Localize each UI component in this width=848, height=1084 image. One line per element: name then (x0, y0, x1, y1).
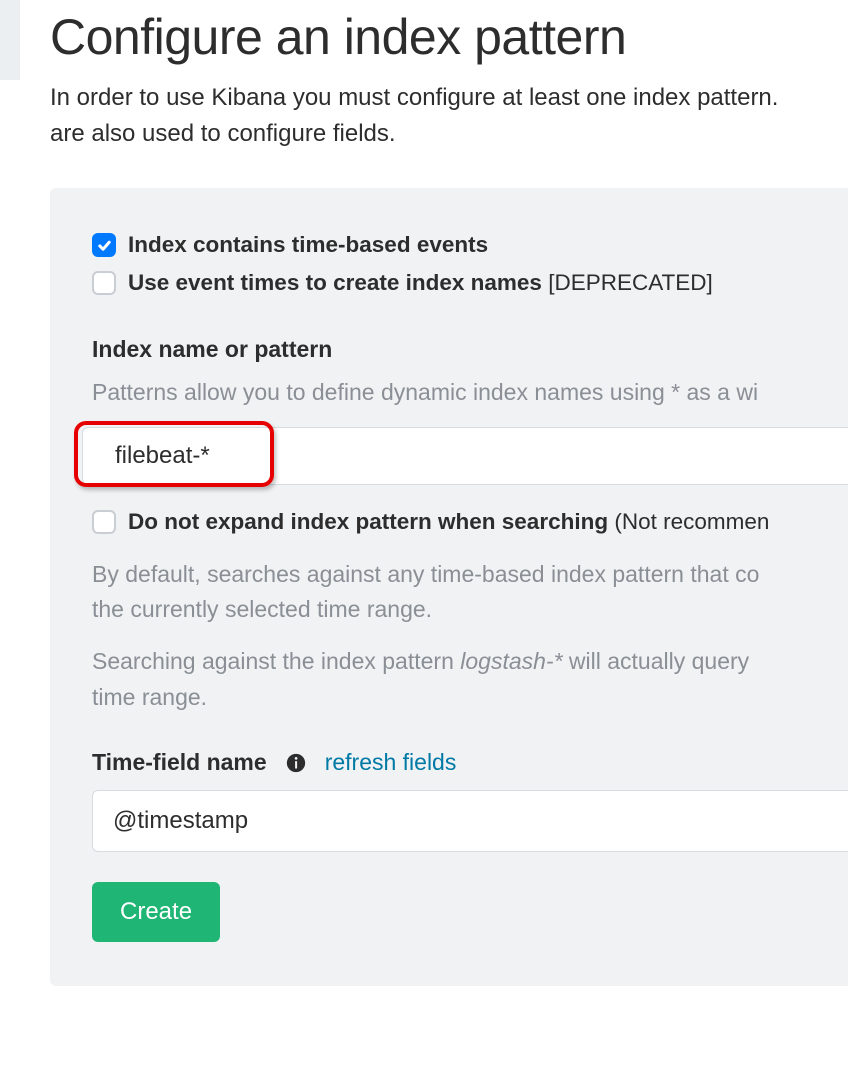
sidebar-stub (0, 0, 20, 80)
expand-help-2a: Searching against the index pattern (92, 648, 460, 674)
checkbox-timebased-label: Index contains time-based events (128, 232, 488, 258)
timefield-label: Time-field name (92, 749, 267, 776)
checkbox-eventtimes-label: Use event times to create index names (128, 270, 542, 295)
expand-help-1: By default, searches against any time-ba… (92, 557, 848, 628)
expand-help-2i: logstash-* (460, 648, 562, 674)
create-button[interactable]: Create (92, 882, 220, 942)
checkmark-icon (97, 238, 112, 253)
checkbox-eventtimes[interactable] (92, 271, 116, 295)
expand-help-1b: the currently selected time range. (92, 596, 432, 622)
index-pattern-help: Patterns allow you to define dynamic ind… (92, 375, 848, 411)
subtitle-line-1: In order to use Kibana you must configur… (50, 84, 778, 111)
config-panel: Index contains time-based events Use eve… (50, 188, 848, 986)
checkbox-row-eventtimes: Use event times to create index names [D… (92, 270, 848, 296)
page-content: Configure an index pattern In order to u… (0, 8, 848, 1026)
index-pattern-input-wrap (82, 427, 848, 485)
index-pattern-section: Index name or pattern Patterns allow you… (92, 336, 848, 485)
checkbox-noexpand-label: Do not expand index pattern when searchi… (128, 509, 608, 534)
checkbox-noexpand-extra: (Not recommen (608, 509, 769, 534)
checkbox-eventtimes-extra: [DEPRECATED] (542, 270, 713, 295)
refresh-fields-link[interactable]: refresh fields (325, 749, 457, 776)
info-icon[interactable] (285, 752, 307, 774)
timefield-row: Time-field name refresh fields (92, 749, 848, 776)
expand-help-2b: will actually query (563, 648, 750, 674)
page-title: Configure an index pattern (50, 8, 848, 66)
checkbox-row-noexpand: Do not expand index pattern when searchi… (92, 509, 848, 535)
subtitle-line-2: are also used to configure fields. (50, 120, 396, 147)
expand-help-2c: time range. (92, 684, 207, 710)
expand-help-2: Searching against the index pattern logs… (92, 644, 848, 715)
expand-help-1a: By default, searches against any time-ba… (92, 561, 759, 587)
index-pattern-label: Index name or pattern (92, 336, 848, 363)
checkbox-timebased[interactable] (92, 233, 116, 257)
index-pattern-input[interactable] (82, 427, 848, 485)
checkbox-noexpand[interactable] (92, 510, 116, 534)
checkbox-row-timebased: Index contains time-based events (92, 232, 848, 258)
timefield-select[interactable]: @timestamp (92, 790, 848, 852)
page-subtitle: In order to use Kibana you must configur… (50, 80, 848, 152)
